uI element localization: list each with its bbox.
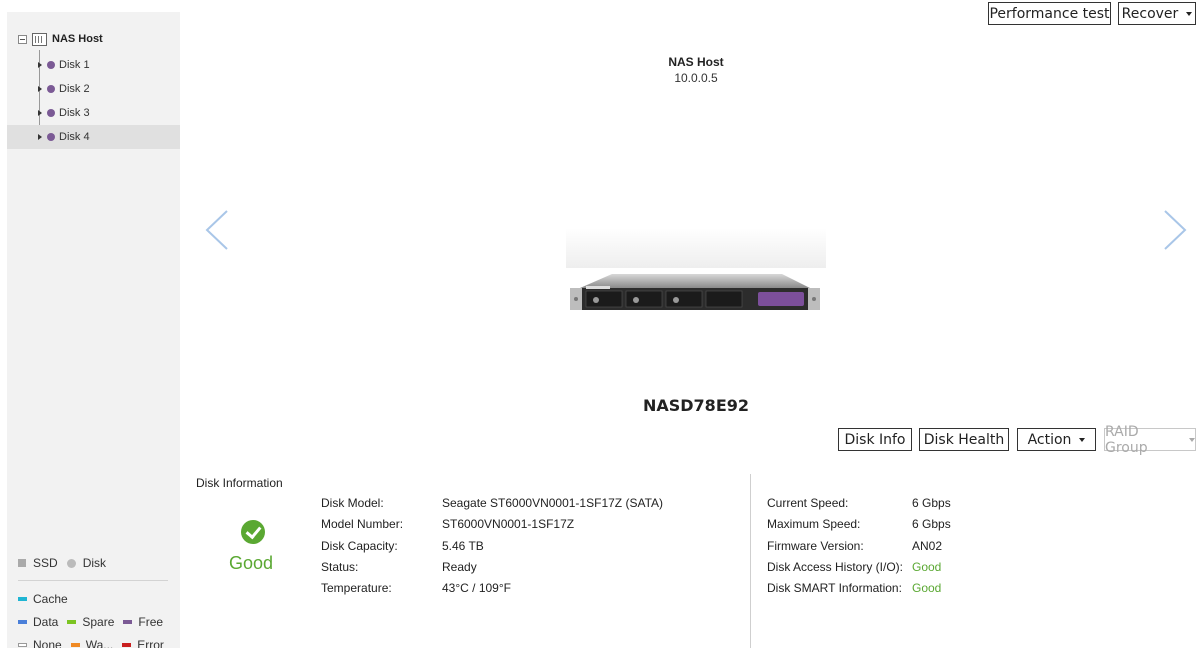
disk-status-dot-icon xyxy=(47,109,55,117)
check-circle-icon xyxy=(241,520,265,544)
disk-health-label: Disk Health xyxy=(923,431,1005,448)
tree-item-label: Disk 2 xyxy=(59,83,90,95)
action-label: Action xyxy=(1027,431,1072,448)
legend-ssd: SSD xyxy=(33,556,58,570)
legend-spare: Spare xyxy=(82,615,115,629)
temperature-value: 43°C / 109°F xyxy=(442,581,511,595)
tree-root-label: NAS Host xyxy=(52,33,103,45)
status-value: Ready xyxy=(442,560,477,574)
current-speed-value: 6 Gbps xyxy=(912,496,951,510)
disk-access-history-value: Good xyxy=(912,560,942,574)
disk-info-label: Disk Info xyxy=(844,431,906,448)
caret-right-icon[interactable] xyxy=(38,110,42,116)
data-color-icon xyxy=(18,620,27,624)
action-button[interactable]: Action xyxy=(1017,428,1096,451)
caret-right-icon[interactable] xyxy=(38,86,42,92)
disk-information-title: Disk Information xyxy=(196,476,283,490)
collapse-icon[interactable] xyxy=(18,34,27,44)
warning-color-icon xyxy=(70,643,80,647)
current-speed-label: Current Speed: xyxy=(767,496,849,510)
legend-cache: Cache xyxy=(33,592,68,606)
dropdown-caret-icon xyxy=(1189,437,1195,442)
recover-button[interactable]: Recover xyxy=(1118,2,1196,25)
disk-access-history-label: Disk Access History (I/O): xyxy=(767,560,904,574)
disk-capacity-label: Disk Capacity: xyxy=(321,539,398,553)
performance-test-button[interactable]: Performance test xyxy=(988,2,1111,25)
disk-capacity-value: 5.46 TB xyxy=(442,539,484,553)
ssd-square-icon xyxy=(18,559,26,567)
disk-status-dot-icon xyxy=(47,133,55,141)
tree-item-label: Disk 1 xyxy=(59,59,90,71)
disk-status-text: Good xyxy=(228,553,274,573)
chevron-left-icon[interactable] xyxy=(205,210,229,250)
legend-none: None xyxy=(33,638,62,648)
tree-item-disk-1[interactable]: Disk 1 xyxy=(7,53,180,77)
tree-item-disk-3[interactable]: Disk 3 xyxy=(7,101,180,125)
none-color-icon xyxy=(18,643,27,647)
raid-group-label: RAID Group xyxy=(1105,423,1148,456)
dropdown-caret-icon xyxy=(1079,437,1086,442)
legend-row-type: SSD Disk xyxy=(18,556,106,570)
maximum-speed-label: Maximum Speed: xyxy=(767,517,861,531)
status-label: Status: xyxy=(321,560,359,574)
legend-row-cache: Cache xyxy=(18,592,68,606)
legend-divider xyxy=(18,580,168,581)
legend-data: Data xyxy=(33,615,59,629)
info-divider xyxy=(750,474,751,648)
sidebar: NAS Host Disk 1 Disk 2 Disk 3 Disk 4 SSD… xyxy=(7,12,180,648)
maximum-speed-value: 6 Gbps xyxy=(912,517,951,531)
tree-item-disk-2[interactable]: Disk 2 xyxy=(7,77,180,101)
device-name: NASD78E92 xyxy=(642,396,750,415)
legend-row-usage: Data Spare Free xyxy=(18,615,163,629)
disk-status-dot-icon xyxy=(47,85,55,93)
raid-group-button: RAID Group xyxy=(1104,424,1196,456)
legend-row-state: None Wa... Error xyxy=(18,638,164,648)
chevron-right-icon[interactable] xyxy=(1163,210,1187,250)
host-name: NAS Host xyxy=(668,55,724,69)
model-number-label: Model Number: xyxy=(321,517,404,531)
temperature-label: Temperature: xyxy=(321,581,392,595)
recover-label: Recover xyxy=(1121,5,1179,22)
free-color-icon xyxy=(123,620,133,624)
cache-color-icon xyxy=(18,597,27,601)
tree-item-label: Disk 3 xyxy=(59,107,90,119)
model-number-value: ST6000VN0001-1SF17Z xyxy=(442,517,575,531)
nas-server-icon xyxy=(32,32,47,46)
caret-right-icon[interactable] xyxy=(38,134,42,140)
tree-item-disk-4[interactable]: Disk 4 xyxy=(7,125,180,149)
disk-model-value: Seagate ST6000VN0001-1SF17Z (SATA) xyxy=(442,496,664,510)
firmware-version-label: Firmware Version: xyxy=(767,539,864,553)
disk-info-button[interactable]: Disk Info xyxy=(838,428,912,451)
host-ip: 10.0.0.5 xyxy=(674,71,718,85)
disk-smart-information-value: Good xyxy=(912,581,942,595)
spare-color-icon xyxy=(67,620,77,624)
performance-test-label: Performance test xyxy=(989,5,1110,22)
legend-disk: Disk xyxy=(82,556,107,570)
legend-warning: Wa... xyxy=(85,638,114,648)
error-color-icon xyxy=(122,643,132,647)
tree-item-label: Disk 4 xyxy=(59,131,90,143)
nas-device-image xyxy=(566,228,826,310)
disk-circle-icon xyxy=(66,558,76,568)
disk-status-dot-icon xyxy=(47,61,55,69)
caret-right-icon[interactable] xyxy=(38,62,42,68)
tree-root-nas-host[interactable]: NAS Host xyxy=(18,31,103,47)
disk-health-button[interactable]: Disk Health xyxy=(919,428,1009,451)
disk-model-label: Disk Model: xyxy=(321,496,384,510)
legend-error: Error xyxy=(137,638,164,648)
dropdown-caret-icon xyxy=(1186,11,1193,16)
disk-smart-information-label: Disk SMART Information: xyxy=(767,581,902,595)
legend-free: Free xyxy=(138,615,164,629)
firmware-version-value: AN02 xyxy=(912,539,943,553)
